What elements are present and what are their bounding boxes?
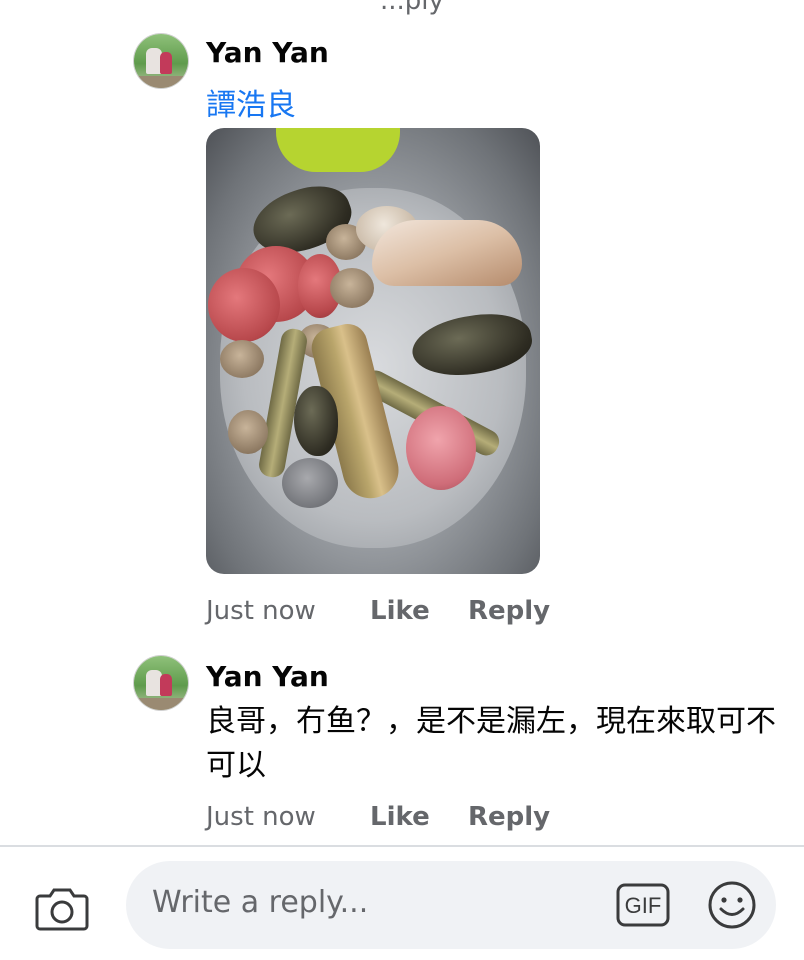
reply-button[interactable]: Reply xyxy=(468,596,550,626)
gif-label: GIF xyxy=(625,893,662,918)
like-button[interactable]: Like xyxy=(370,596,430,626)
avatar[interactable] xyxy=(134,34,188,88)
reply-composer: Write a reply... GIF xyxy=(0,845,804,960)
comment-author[interactable]: Yan Yan xyxy=(206,36,329,69)
comment-photo[interactable] xyxy=(206,128,540,574)
truncated-reply-link: ...ply xyxy=(380,0,444,16)
reply-input[interactable]: Write a reply... GIF xyxy=(126,861,776,949)
comment-timestamp: Just now xyxy=(206,802,316,832)
comment-text: 良哥，冇鱼？，是不是漏左，現在來取可不可以 xyxy=(206,704,776,783)
like-button[interactable]: Like xyxy=(370,802,430,832)
avatar[interactable] xyxy=(134,656,188,710)
comment-author[interactable]: Yan Yan xyxy=(206,660,329,693)
reply-button[interactable]: Reply xyxy=(468,802,550,832)
camera-icon[interactable] xyxy=(34,882,90,934)
mention-tag[interactable]: 譚浩良 xyxy=(206,80,296,124)
comment-thread: ...ply Yan Yan 譚浩良 Just now Like Reply Y… xyxy=(0,0,804,960)
gif-button[interactable]: GIF xyxy=(616,883,670,927)
smiley-icon[interactable] xyxy=(706,879,758,931)
reply-placeholder: Write a reply... xyxy=(152,885,369,920)
comment-timestamp: Just now xyxy=(206,596,316,626)
